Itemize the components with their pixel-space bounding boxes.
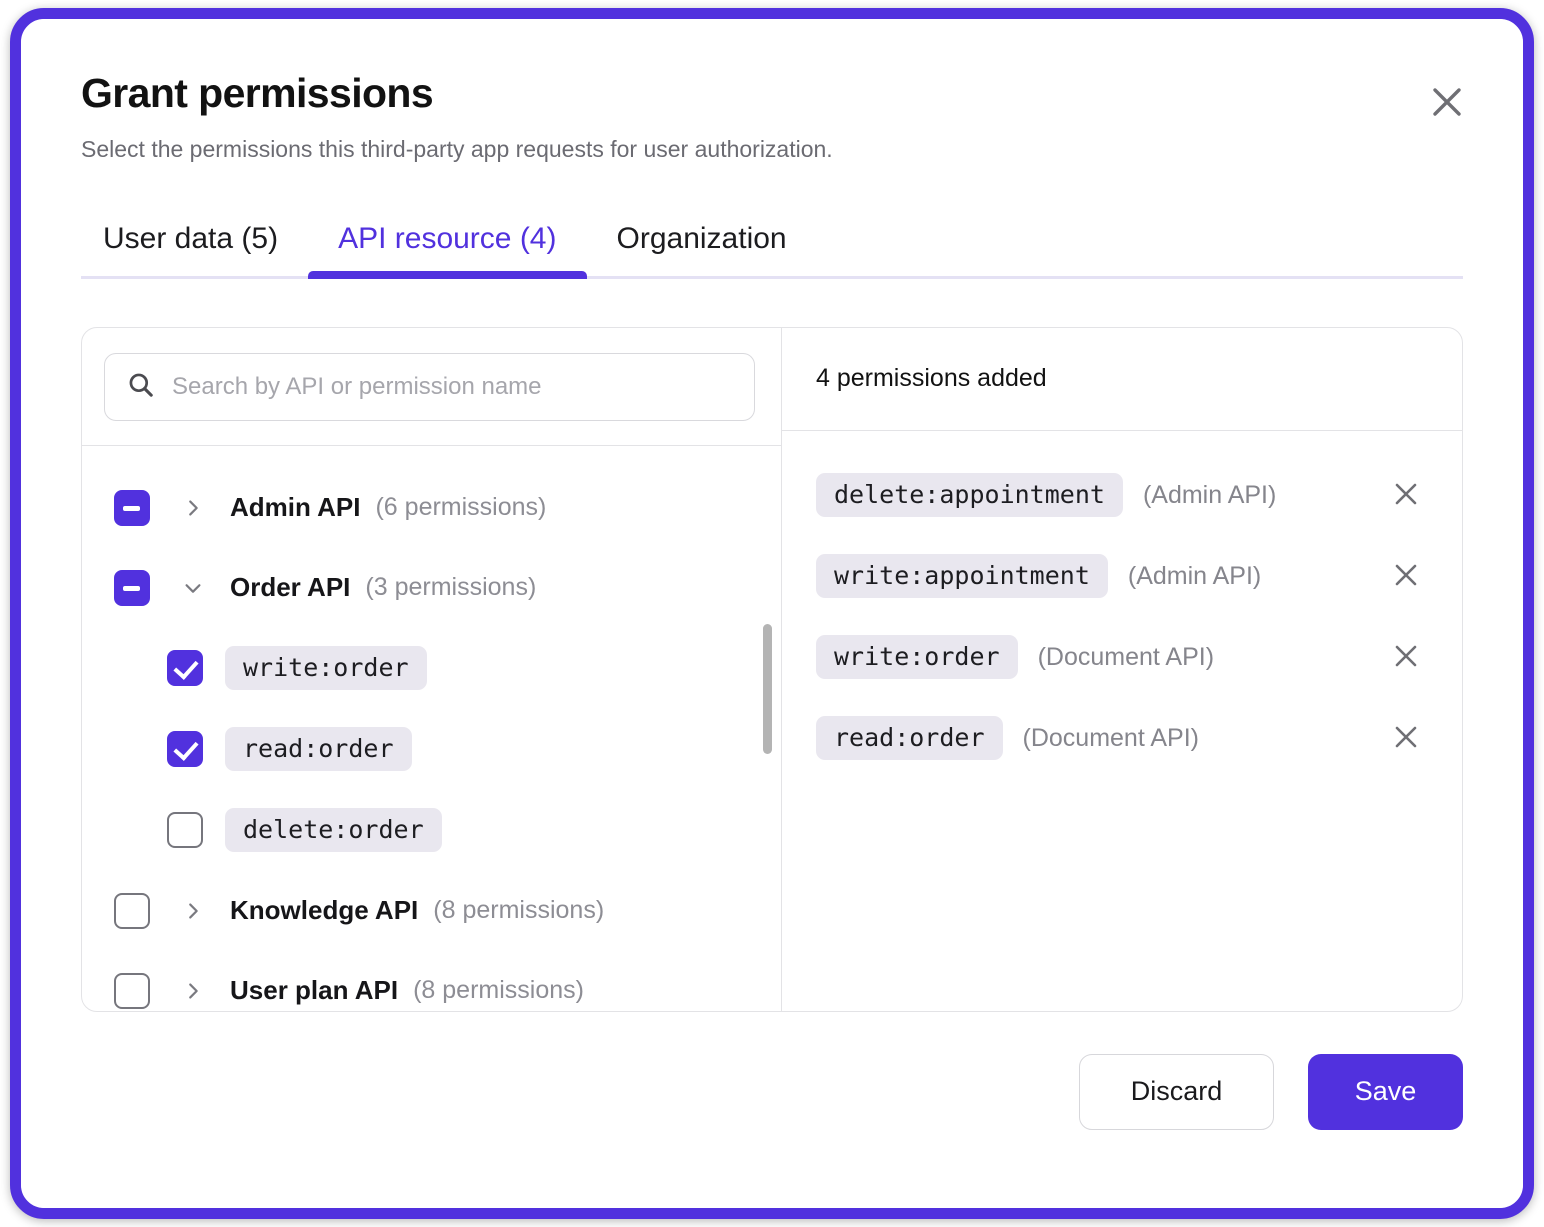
close-icon [1391,479,1421,512]
tree-row-child[interactable]: read:order [82,709,781,790]
chevron-right-icon[interactable] [178,896,208,926]
remove-permission-button[interactable] [1384,716,1428,760]
api-permission-count: (8 permissions) [413,976,584,1005]
tree-row[interactable]: User plan API (8 permissions) [82,951,781,1011]
search-icon [127,371,154,403]
page-title: Grant permissions [81,70,434,116]
permission-source: (Document API) [1022,723,1199,752]
permission-source: (Admin API) [1142,480,1277,509]
added-permission-row: delete:appointment (Admin API) [782,455,1462,536]
api-permission-count: (3 permissions) [365,573,537,602]
close-icon [1391,641,1421,674]
permissions-dialog: Grant permissions Select the permissions… [10,8,1534,1219]
tab-bar: User data (5) API resource (4) Organizat… [81,216,1463,279]
dialog-header: Grant permissions Select the permissions… [21,19,1523,164]
api-permission-count: (6 permissions) [375,493,547,522]
permission-chip: write:order [225,646,427,691]
dialog-subtitle: Select the permissions this third-party … [81,136,833,163]
tree-row[interactable]: Order API (3 permissions) [82,548,781,628]
tree-row[interactable]: Knowledge API (8 permissions) [82,871,781,951]
api-name: Admin API [230,492,361,523]
added-permissions-heading: 4 permissions added [782,328,1462,431]
permissions-panes: Admin API (6 permissions) Order API (3 p… [81,326,1463,1012]
tree-scrollbar-thumb[interactable] [763,623,772,754]
api-permission-count: (8 permissions) [433,896,605,925]
added-permissions-pane: 4 permissions added delete:appointment (… [782,328,1462,1011]
dialog-body: Grant permissions Select the permissions… [21,19,1523,1208]
checkbox-knowledge-api[interactable] [114,892,150,929]
tab-organization[interactable]: Organization [587,216,817,276]
save-button[interactable]: Save [1308,1053,1463,1130]
remove-permission-button[interactable] [1384,554,1428,598]
close-icon [1391,560,1421,593]
chevron-right-icon[interactable] [178,976,208,1006]
permission-chip: write:order [816,635,1018,680]
discard-button[interactable]: Discard [1079,1053,1274,1130]
close-icon [1427,82,1467,125]
checkbox-order-api[interactable] [114,569,150,606]
added-permission-row: read:order (Document API) [782,698,1462,779]
checkbox-admin-api[interactable] [114,489,150,526]
api-name: Order API [230,572,351,603]
permission-chip: write:appointment [816,554,1108,599]
permission-source: (Admin API) [1127,561,1262,590]
tree-row-child[interactable]: write:order [82,628,781,709]
tree-row-child[interactable]: delete:order [82,790,781,871]
search-input[interactable] [170,371,732,402]
checkbox-delete-order[interactable] [167,812,203,849]
added-permission-row: write:order (Document API) [782,617,1462,698]
search-container [82,328,781,446]
remove-permission-button[interactable] [1384,635,1428,679]
api-name: Knowledge API [230,895,419,926]
tree-row[interactable]: Admin API (6 permissions) [82,468,781,548]
permission-source: (Document API) [1037,642,1215,671]
close-icon [1391,722,1421,755]
permission-chip: delete:order [225,808,442,853]
added-permission-row: write:appointment (Admin API) [782,536,1462,617]
tab-api-resource[interactable]: API resource (4) [308,216,587,279]
permission-chip: delete:appointment [816,473,1123,518]
permission-chip: read:order [816,716,1003,761]
checkbox-user-plan-api[interactable] [114,972,150,1009]
api-name: User plan API [230,975,399,1006]
api-tree: Admin API (6 permissions) Order API (3 p… [82,446,781,1011]
checkbox-write-order[interactable] [167,650,203,687]
remove-permission-button[interactable] [1384,473,1428,517]
close-button[interactable] [1421,77,1473,129]
chevron-right-icon[interactable] [178,493,208,523]
checkbox-read-order[interactable] [167,731,203,768]
search-box[interactable] [104,352,755,421]
chevron-down-icon[interactable] [178,573,208,603]
added-permissions-list: delete:appointment (Admin API) write:app… [782,431,1462,1011]
tab-user-data[interactable]: User data (5) [81,216,308,276]
dialog-footer: Discard Save [81,1012,1463,1130]
permission-chip: read:order [225,727,412,772]
available-permissions-pane: Admin API (6 permissions) Order API (3 p… [82,327,782,1011]
